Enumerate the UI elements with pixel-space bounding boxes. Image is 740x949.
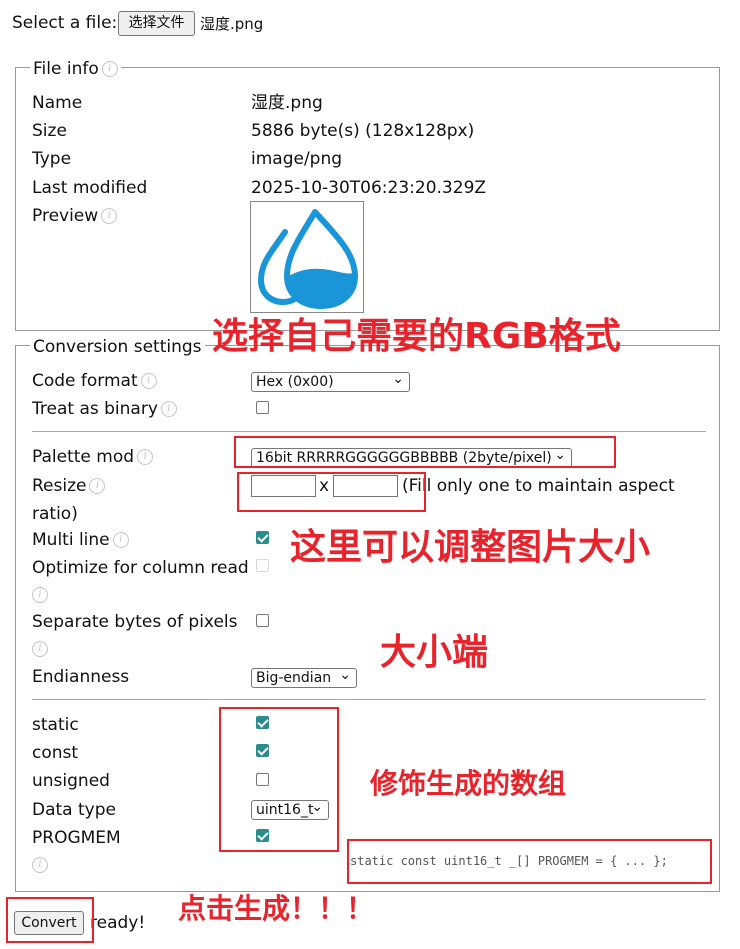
palette-label: Palette mod i [32,446,154,468]
data-type-label: Data type [32,800,116,820]
preview-image [250,201,364,313]
info-icon[interactable]: i [101,208,118,224]
optimize-checkbox[interactable] [256,559,269,572]
progmem-label: PROGMEM [32,828,121,848]
info-icon[interactable]: i [101,61,118,77]
info-key-name: Name [32,93,83,113]
annotation-box-modifiers [219,707,339,852]
conversion-settings-legend: Conversion settings [30,336,205,358]
treat-binary-checkbox[interactable] [256,401,269,414]
info-icon[interactable]: i [137,449,154,465]
info-value-modified: 2025-10-30T06:23:20.329Z [251,178,487,198]
multiline-label: Multi line i [32,529,129,551]
info-key-size: Size [32,121,67,141]
selected-filename: 湿度.png [200,15,264,33]
annotation-box-convert [6,897,94,943]
info-value-type: image/png [251,149,343,169]
annotation-resize: 这里可以调整图片大小 [290,527,651,568]
treat-binary-label: Treat as binary i [32,398,177,420]
resize-note: (Fill only one to maintain aspect [402,476,675,496]
static-label: static [32,715,79,735]
status-text: ready! [90,913,146,933]
info-icon[interactable]: i [140,373,157,389]
const-label: const [32,743,79,763]
info-icon[interactable]: i [32,641,48,657]
resize-label: Resize i [32,475,106,497]
separate-bytes-label: Separate bytes of pixels [32,612,238,632]
info-icon[interactable]: i [32,587,48,603]
info-icon[interactable]: i [112,532,129,548]
file-info-legend: File info i [30,58,121,80]
select-file-label: Select a file: [12,13,118,33]
annotation-box-code-preview [347,839,712,884]
info-icon[interactable]: i [89,478,106,494]
divider [32,699,706,700]
info-key-modified: Last modified [32,178,148,198]
separate-bytes-checkbox[interactable] [256,614,269,627]
endianness-select[interactable]: Big-endian [251,668,357,688]
annotation-box-palette [234,436,616,468]
optimize-label: Optimize for column read [32,558,249,578]
info-key-type: Type [32,149,72,169]
info-icon[interactable]: i [32,857,48,873]
choose-file-button[interactable]: 选择文件 [118,11,195,36]
code-format-label: Code format i [32,370,157,392]
info-icon[interactable]: i [160,401,177,417]
info-value-size: 5886 byte(s) (128x128px) [251,121,475,141]
divider [32,431,706,432]
water-drop-icon [257,209,358,309]
annotation-modifiers: 修饰生成的数组 [370,767,567,800]
endianness-label: Endianness [32,667,130,687]
code-format-select[interactable]: Hex (0x00) [251,372,410,392]
resize-note-continued: ratio) [32,504,78,524]
multiline-checkbox[interactable] [256,531,269,544]
unsigned-label: unsigned [32,771,110,791]
annotation-rgb: 选择自己需要的RGB格式 [212,316,621,357]
info-value-name: 湿度.png [251,93,323,113]
annotation-endian: 大小端 [380,632,489,673]
annotation-box-resize [237,472,426,512]
annotation-click: 点击生成！！！ [178,892,375,925]
preview-label: Preview i [32,205,118,227]
file-info-panel [15,67,720,331]
